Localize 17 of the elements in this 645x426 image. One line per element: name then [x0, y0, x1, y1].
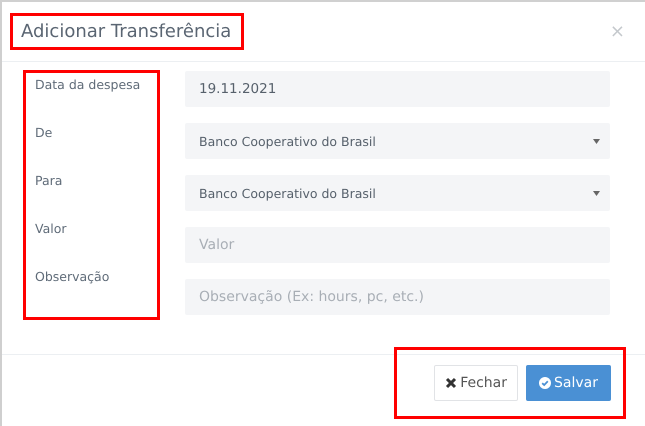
- close-button[interactable]: Fechar: [434, 365, 518, 401]
- dialog-title: Adicionar Transferência: [21, 21, 232, 42]
- field-label: Para: [35, 173, 64, 190]
- input-field[interactable]: Valor: [185, 227, 610, 263]
- input-field[interactable]: Observação (Ex: hours, pc, etc.): [185, 279, 610, 315]
- caret-icon: [593, 138, 600, 144]
- save-button[interactable]: Salvar: [526, 365, 611, 401]
- field-label: De: [35, 125, 54, 142]
- caret-icon: [593, 190, 600, 196]
- field-label: Data da despesa: [35, 77, 142, 94]
- field-label: Valor: [35, 221, 68, 238]
- select-field[interactable]: Banco Cooperativo do Brasil: [185, 175, 610, 211]
- input-field[interactable]: 19.11.2021: [185, 71, 610, 107]
- select-field[interactable]: Banco Cooperativo do Brasil: [185, 123, 610, 159]
- check-circle-icon: [539, 377, 552, 389]
- close-icon: [445, 377, 458, 389]
- field-label: Observação: [35, 269, 110, 286]
